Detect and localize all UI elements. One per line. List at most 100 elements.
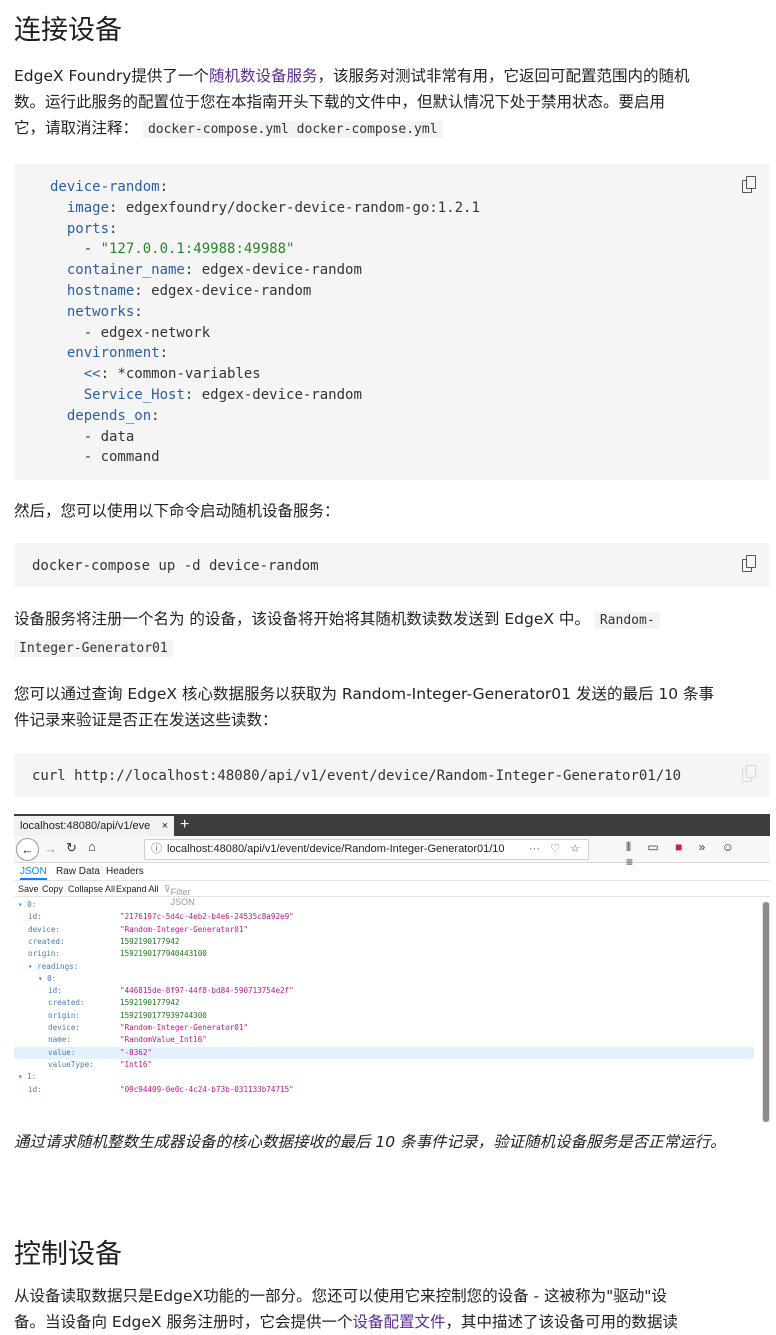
collapse-all-button[interactable]: Collapse All [68, 884, 115, 894]
json-key: id: [28, 1084, 42, 1094]
json-value: "Random-Integer-Generator01" [120, 1023, 249, 1032]
yaml-value: edgexfoundry/docker-device-random-go:1.2… [125, 199, 480, 216]
start-command-block: docker-compose up -d device-random [14, 543, 770, 587]
curl-command: curl http://localhost:48080/api/v1/event… [32, 768, 682, 784]
json-value: "2176197c-5d4c-4eb2-b4e6-24535c8a92e9" [120, 912, 294, 922]
reload-icon[interactable]: ↻ [66, 840, 77, 856]
json-tree-row[interactable]: origin: 1592190177939744300 [14, 1010, 754, 1022]
verify-line-2: 件记录来验证是否正在发送这些读数： [14, 711, 278, 729]
inline-code-compose-file: docker-compose.yml docker-compose.yml [142, 121, 443, 138]
yaml-value: *common-variables [117, 366, 261, 383]
json-tree-row[interactable]: id: "2176197c-5d4c-4eb2-b4e6-24535c8a92e9… [14, 911, 754, 923]
browser-tab-bar: localhost:48080/api/v1/eve × + [14, 814, 770, 836]
filter-json-input[interactable]: ⊽ Filter JSON [164, 884, 195, 907]
yaml-key: networks [66, 303, 135, 320]
extension-icon[interactable]: ■ [675, 840, 682, 854]
yaml-key: depends_on [66, 407, 152, 424]
json-key: created: [28, 936, 65, 946]
json-tree-row[interactable]: valueType: "Int16" [14, 1059, 754, 1071]
json-value: "09c94409-0e0c-4c24-b73b-031133b74715" [120, 1084, 294, 1094]
random-device-service-link[interactable]: 随机数设备服务 [209, 67, 318, 85]
page: 连接设备 EdgeX Foundry提供了一个随机数设备服务，该服务对测试非常有… [0, 0, 776, 1335]
json-tree-row[interactable]: ▾ 0: [14, 899, 754, 911]
copy-icon[interactable] [742, 176, 756, 193]
back-icon[interactable]: ← [16, 838, 39, 861]
json-tree-row[interactable]: ▾ readings: [14, 961, 754, 973]
pocket-icon[interactable]: ♡ [550, 840, 560, 859]
json-value: 1592190177942 [120, 936, 180, 946]
tab-raw-data[interactable]: Raw Data [56, 866, 100, 877]
json-tree-row[interactable]: device: "Random-Integer-Generator01" [14, 1022, 754, 1034]
intro-paragraph: EdgeX Foundry提供了一个随机数设备服务，该服务对测试非常有用，它返回… [14, 63, 764, 143]
json-tree-row[interactable]: created: 1592190177942 [14, 936, 754, 948]
json-tree-row[interactable]: device: "Random-Integer-Generator01" [14, 924, 754, 936]
yaml-key: environment [66, 345, 160, 362]
start-command: docker-compose up -d device-random [32, 558, 319, 574]
overflow-icon[interactable]: » [699, 840, 706, 854]
control-text-a: 备。当设备向 EdgeX 服务注册时，它会提供一个 [14, 1313, 353, 1331]
section-heading-control-device: 控制设备 [14, 1239, 122, 1270]
yaml-key: Service_Host [83, 386, 185, 403]
home-icon[interactable]: ⌂ [88, 839, 96, 854]
intro-line-2: 数。运行此服务的配置位于您在本指南开头下载的文件中，但默认情况下处于禁用状态。要… [14, 93, 666, 111]
json-value: "RandomValue_Int16" [120, 1035, 207, 1045]
yaml-code-block: device-random: image: edgexfoundry/docke… [14, 164, 770, 480]
copy-button[interactable]: Copy [42, 884, 63, 894]
json-value: "Int16" [120, 1059, 153, 1069]
url-bar[interactable]: ⓘ localhost:48080/api/v1/event/device/Ran… [144, 839, 589, 860]
then-paragraph: 然后，您可以使用以下命令启动随机设备服务： [14, 502, 340, 520]
inline-code-device-b: Integer-Generator01 [14, 640, 173, 657]
json-tree-row[interactable]: created: 1592190177942 [14, 997, 754, 1009]
yaml-string: "127.0.0.1:49988:49988" [100, 241, 295, 258]
json-tree-row[interactable]: value: "-8362" [14, 1046, 754, 1059]
new-tab-icon[interactable]: + [180, 814, 189, 836]
close-icon[interactable]: × [162, 816, 168, 836]
register-text: 设备服务将注册一个名为 的设备，该设备将开始将其随机数读数发送到 EdgeX 中… [14, 610, 590, 628]
yaml-key: device-random [50, 179, 160, 195]
scrollbar-thumb[interactable] [763, 902, 769, 1122]
copy-icon[interactable] [742, 765, 756, 782]
json-key: ▾ 1: [18, 1072, 37, 1082]
json-key: ▾ 0: [18, 900, 37, 909]
star-icon[interactable]: ☆ [570, 840, 580, 859]
yaml-value: edgex-device-random [151, 282, 312, 299]
intro-text-b: ，该服务对测试非常有用，它返回可配置范围内的随机 [317, 67, 690, 85]
yaml-value: command [100, 449, 160, 466]
forward-icon[interactable]: → [44, 841, 57, 856]
json-tree-row[interactable]: ▾ 0: [14, 973, 754, 985]
sidebar-icon[interactable]: ▭ [647, 840, 658, 854]
library-icon[interactable]: ⫴ [626, 840, 631, 855]
browser-tab[interactable]: localhost:48080/api/v1/eve × [14, 816, 174, 836]
json-key: name: [48, 1035, 71, 1045]
figure-caption: 通过请求随机整数生成器设备的核心数据接收的最后 10 条事件记录，验证随机设备服… [14, 1133, 726, 1151]
tab-headers[interactable]: Headers [106, 866, 144, 877]
yaml-key: ports [66, 220, 110, 237]
scrollbar[interactable] [762, 902, 770, 1122]
json-key: valueType: [48, 1059, 94, 1069]
json-value: 1592190177940443100 [120, 949, 207, 959]
json-key: value: [48, 1047, 76, 1057]
json-key: id: [48, 986, 62, 996]
json-tree-row[interactable]: id: "446815de-8f97-44f8-bd84-590713754e2f… [14, 985, 754, 997]
json-value: 1592190177939744300 [120, 1010, 207, 1020]
json-view-tabs: JSON Raw Data Headers [14, 863, 770, 881]
yaml-key: << [83, 366, 101, 383]
register-paragraph: 设备服务将注册一个名为 的设备，该设备将开始将其随机数读数发送到 EdgeX 中… [14, 606, 764, 662]
json-tree-row[interactable]: name: "RandomValue_Int16" [14, 1034, 754, 1046]
save-button[interactable]: Save [18, 884, 39, 894]
copy-icon[interactable] [742, 555, 756, 572]
json-key: origin: [28, 949, 61, 959]
browser-screenshot: localhost:48080/api/v1/eve × + ← → ↻ ⌂ ⓘ l… [14, 814, 770, 1122]
section-heading-connect-device: 连接设备 [14, 15, 122, 46]
json-tree-row[interactable]: ▾ 1: [14, 1071, 754, 1083]
tab-json[interactable]: JSON [20, 866, 47, 880]
more-icon[interactable]: ··· [529, 840, 540, 859]
json-tree-row[interactable]: origin: 1592190177940443100 [14, 948, 754, 960]
info-icon[interactable]: ⓘ [151, 843, 162, 855]
json-tree-row[interactable]: id: "09c94409-0e0c-4c24-b73b-031133b74715… [14, 1084, 754, 1096]
account-icon[interactable]: ☺ [722, 840, 734, 854]
device-profile-link[interactable]: 设备配置文件 [352, 1313, 445, 1331]
expand-all-button[interactable]: Expand All [116, 884, 159, 894]
verify-paragraph: 您可以通过查询 EdgeX 核心数据服务以获取为 Random-Integer-… [14, 681, 764, 733]
intro-line-3: 它，请取消注释： [14, 119, 139, 137]
